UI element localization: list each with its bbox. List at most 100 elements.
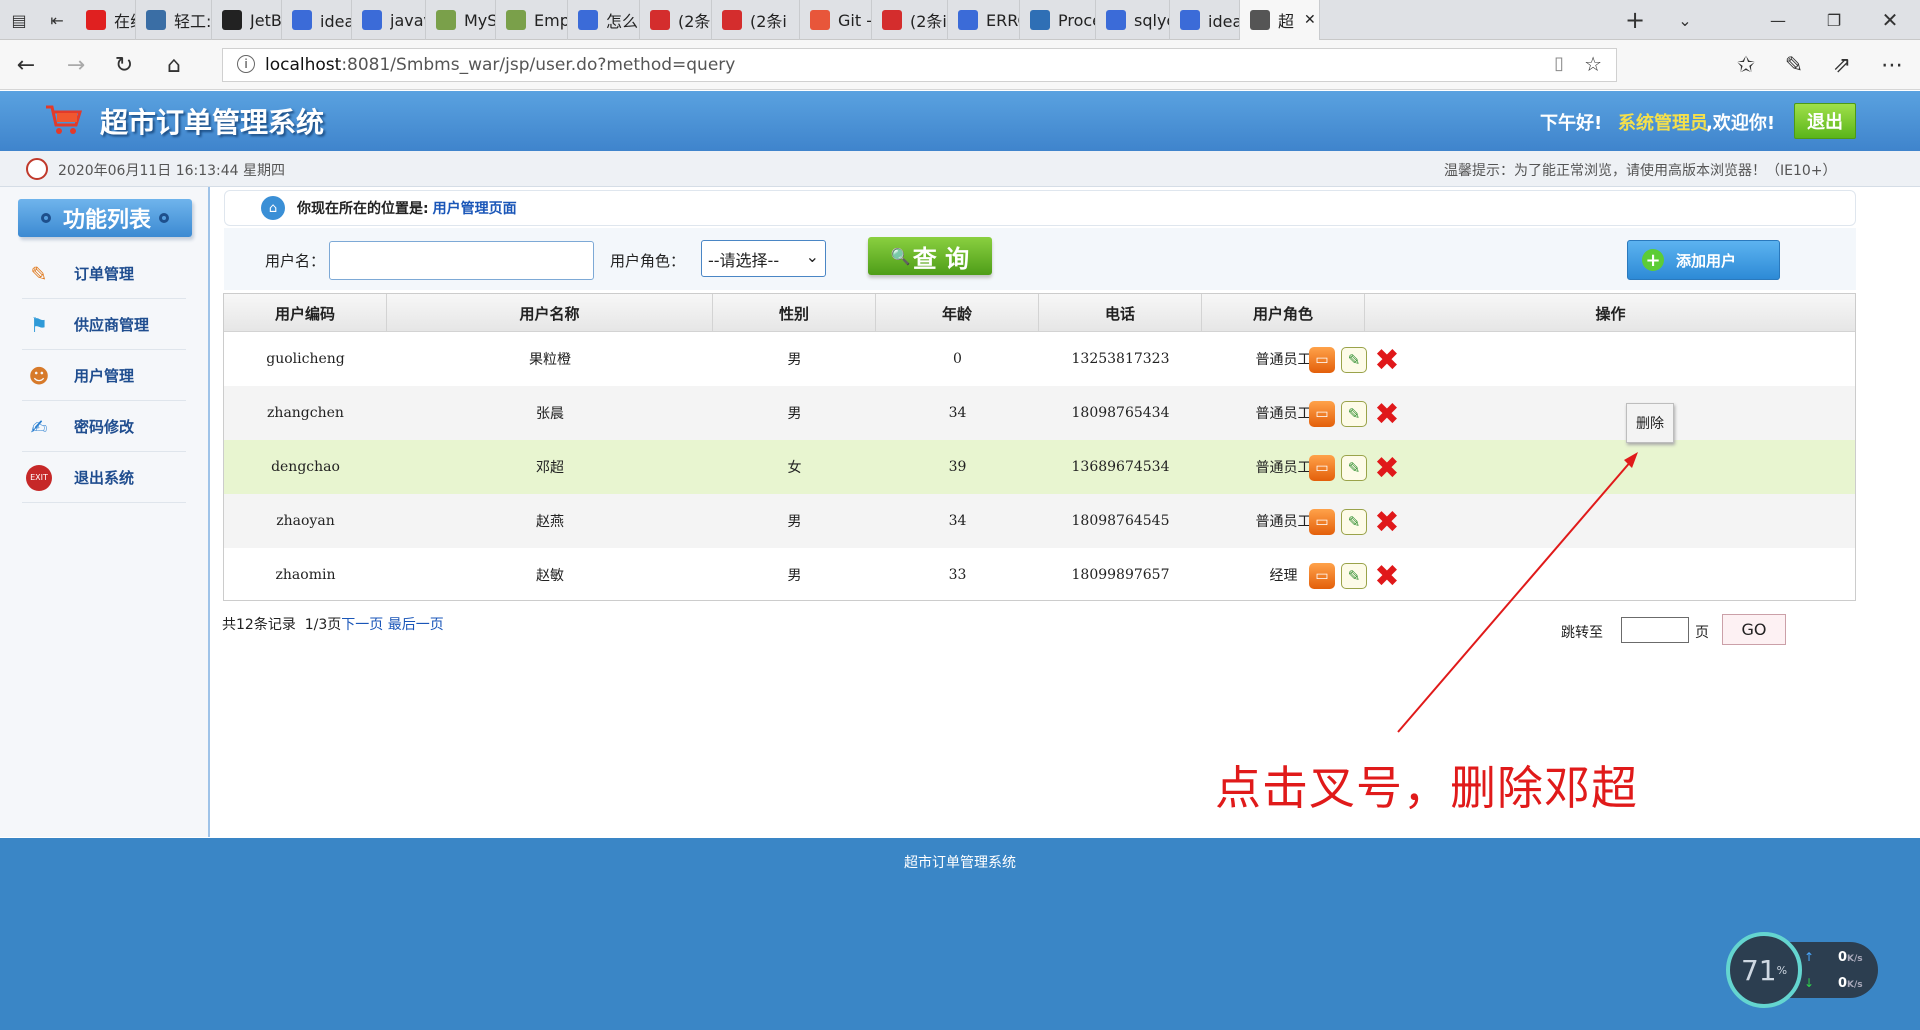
tab-list-chevron-icon[interactable]: ⌄: [1660, 0, 1710, 40]
bullet-icon: [40, 213, 51, 223]
delete-icon[interactable]: ✖: [1372, 451, 1402, 486]
exit-icon: EXIT: [22, 463, 56, 493]
new-tab-icon[interactable]: +: [1610, 0, 1660, 40]
back-icon[interactable]: ←: [8, 48, 44, 82]
browser-tab[interactable]: Proce: [1020, 0, 1096, 40]
browser-tab[interactable]: 超 ✕: [1240, 0, 1320, 40]
url-path: :8081/Smbms_war/jsp/user.do?method=query: [341, 55, 736, 75]
close-window-icon[interactable]: ✕: [1862, 0, 1918, 40]
view-icon[interactable]: ▭: [1309, 401, 1335, 427]
minimize-window-icon[interactable]: —: [1750, 0, 1806, 40]
query-button[interactable]: 🔍 查 询: [868, 237, 992, 275]
browser-tab[interactable]: 在线i: [76, 0, 136, 40]
browser-tab-label: idea讠: [1208, 12, 1239, 31]
next-page-link[interactable]: 下一页: [341, 617, 383, 633]
sidebar-item-exit[interactable]: EXIT 退出系统: [22, 453, 186, 503]
browser-tab[interactable]: idea讠: [1170, 0, 1240, 40]
edit-icon[interactable]: ✎: [1341, 509, 1367, 535]
delete-icon[interactable]: ✖: [1372, 343, 1402, 378]
jump-page-input[interactable]: [1621, 617, 1689, 643]
browser-tab[interactable]: javav: [352, 0, 426, 40]
bullet-icon: [159, 213, 169, 223]
edit-icon[interactable]: ✎: [1341, 455, 1367, 481]
delete-icon[interactable]: ✖: [1372, 559, 1402, 594]
view-icon[interactable]: ▭: [1309, 563, 1335, 589]
browser-tab[interactable]: (2条i: [712, 0, 800, 40]
browser-tab[interactable]: 怎么:: [568, 0, 640, 40]
refresh-icon[interactable]: ↻: [106, 48, 142, 82]
cell-code: guolicheng: [266, 351, 345, 367]
table-row: zhangchen 张晨男 34 18098765434 普通员工 ▭ ✎ ✖: [224, 386, 1855, 440]
role-select[interactable]: --请选择-- ⌄: [701, 240, 826, 277]
more-icon[interactable]: ⋯: [1874, 48, 1910, 82]
sidebar-title: 功能列表: [18, 199, 192, 237]
footer: 超市订单管理系统: [0, 838, 1920, 1030]
browser-tab-label: Proce: [1058, 10, 1095, 30]
favorite-star-icon[interactable]: ☆: [1584, 52, 1602, 76]
cell-phone: 18098764545: [1071, 513, 1170, 529]
paw-icon: [1180, 10, 1200, 30]
edit-icon[interactable]: ✎: [1341, 563, 1367, 589]
sidebar-item-label: 用户管理: [74, 367, 135, 385]
info-icon[interactable]: i: [237, 55, 255, 73]
browser-tab[interactable]: ERRC: [948, 0, 1020, 40]
last-page-link[interactable]: 最后一页: [388, 617, 444, 633]
browser-tab[interactable]: Empt: [496, 0, 568, 40]
browser-tab[interactable]: (2条i: [640, 0, 712, 40]
sidebar-item-label: 退出系统: [74, 469, 135, 487]
view-icon[interactable]: ▭: [1309, 509, 1335, 535]
app-header: 超市订单管理系统 下午好! 系统管理员 ,欢迎你! 退出: [0, 91, 1920, 151]
delete-icon[interactable]: ✖: [1372, 505, 1402, 540]
share-icon[interactable]: ⇗: [1824, 48, 1860, 82]
add-user-button[interactable]: + 添加用户: [1627, 240, 1780, 280]
browser-tab-label: ERRC: [986, 10, 1019, 30]
cell-code: dengchao: [271, 459, 340, 475]
go-button[interactable]: GO: [1722, 614, 1786, 645]
browser-tab[interactable]: JetBr: [212, 0, 282, 40]
reading-view-icon[interactable]: ▯: [1554, 53, 1564, 74]
cell-name: 赵燕: [536, 514, 564, 530]
notes-pen-icon[interactable]: ✎: [1776, 48, 1812, 82]
page-indicator: 1/3页: [304, 617, 342, 633]
tab-actions-icon[interactable]: ▤: [0, 0, 38, 40]
sidebar-item-orders[interactable]: ✎ 订单管理: [22, 249, 186, 299]
browser-tab[interactable]: (2条i: [872, 0, 948, 40]
jump-label: 跳转至: [1561, 625, 1603, 641]
paw-icon: [1106, 10, 1126, 30]
breadcrumb-location[interactable]: 用户管理页面: [433, 198, 517, 218]
close-tab-icon[interactable]: ✕: [1304, 12, 1316, 28]
paw-icon: [958, 10, 978, 30]
edit-icon[interactable]: ✎: [1341, 347, 1367, 373]
username-input[interactable]: [329, 241, 594, 280]
logout-button[interactable]: 退出: [1794, 103, 1856, 139]
browser-tab[interactable]: idea扌: [282, 0, 352, 40]
view-icon[interactable]: ▭: [1309, 455, 1335, 481]
supplier-icon: ⚑: [30, 312, 48, 337]
greeting-text: 下午好!: [1540, 113, 1603, 134]
browser-tab[interactable]: sqlyc: [1096, 0, 1170, 40]
delete-icon[interactable]: ✖: [1372, 397, 1402, 432]
home-icon: ⌂: [261, 196, 285, 220]
favorites-icon[interactable]: ✩: [1728, 48, 1764, 82]
view-icon[interactable]: ▭: [1309, 347, 1335, 373]
browser-tab[interactable]: Git -: [800, 0, 872, 40]
sidebar-item-password[interactable]: ✍ 密码修改: [22, 402, 186, 452]
sidebar-item-users[interactable]: ☻ 用户管理: [22, 351, 186, 401]
edit-icon[interactable]: ✎: [1341, 401, 1367, 427]
sidebar-item-suppliers[interactable]: ⚑ 供应商管理: [22, 300, 186, 350]
browser-tab[interactable]: MySC: [426, 0, 496, 40]
address-bar[interactable]: i localhost:8081/Smbms_war/jsp/user.do?m…: [222, 48, 1617, 82]
restore-window-icon[interactable]: ❐: [1806, 0, 1862, 40]
network-speed-widget[interactable]: 71% ↑ ↓ 0K/s 0K/s: [1726, 932, 1878, 1008]
cell-age: 39: [948, 459, 967, 475]
browser-tab-label: Empt: [534, 10, 567, 30]
set-aside-tabs-icon[interactable]: ⇤: [38, 0, 76, 40]
page-icon: [1250, 10, 1270, 30]
browser-tab[interactable]: 轻工:: [136, 0, 212, 40]
forward-icon[interactable]: →: [58, 48, 94, 82]
browser-tab-label: JetBr: [250, 10, 281, 30]
home-icon[interactable]: ⌂: [156, 48, 192, 82]
users-icon: ☻: [28, 363, 50, 388]
browser-tab-label: MySC: [464, 10, 495, 30]
browser-tab-label: (2条i: [910, 12, 947, 31]
